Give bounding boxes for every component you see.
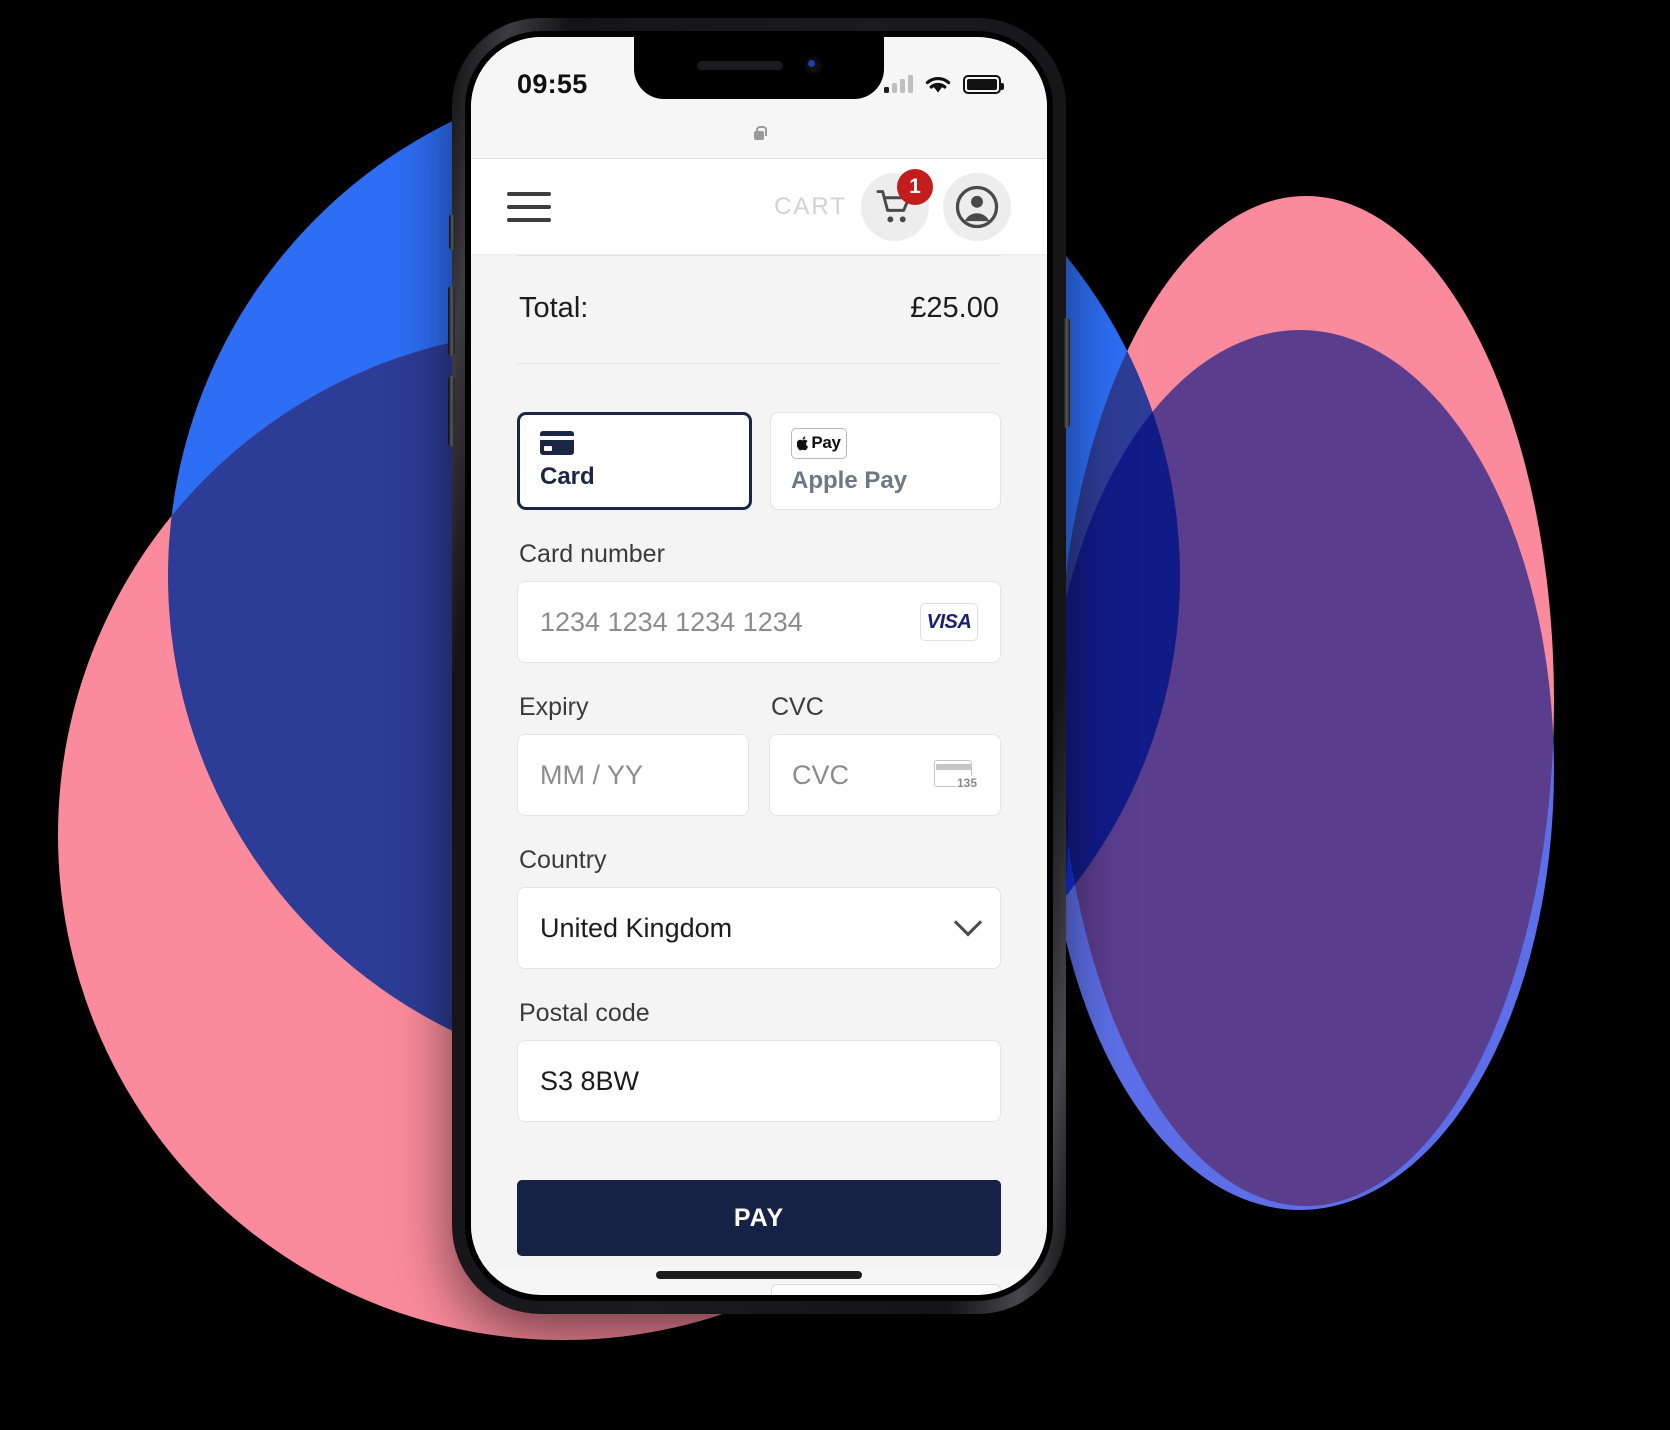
cart-badge: 1 [897, 168, 933, 205]
expiry-input[interactable]: MM / YY [517, 734, 749, 816]
apple-pay-icon: Pay [791, 427, 847, 459]
cart-button[interactable]: 1 [861, 168, 933, 241]
phone-power-button[interactable] [1063, 318, 1070, 428]
earpiece-speaker [696, 60, 783, 70]
payment-method-card[interactable]: Card [517, 412, 752, 510]
cart-label: CART [774, 192, 847, 220]
payment-method-card-label: Card [540, 463, 595, 490]
postal-code-label: Postal code [519, 999, 650, 1027]
lock-icon [752, 125, 767, 142]
phone-mute-switch[interactable] [449, 214, 455, 250]
cvc-label: CVC [771, 693, 824, 721]
cvc-card-icon: 135 [934, 760, 978, 790]
payment-method-apple-pay-label: Apple Pay [791, 466, 908, 494]
postal-code-value: S3 8BW [540, 1065, 640, 1096]
cvc-group: CVC CVC 135 [759, 663, 1011, 816]
cellular-bars-icon [884, 75, 913, 93]
phone-notch [634, 37, 884, 99]
site-navigation-bar: CART 1 [471, 159, 1047, 255]
card-number-value: 1234 1234 1234 1234 [540, 606, 803, 637]
phone-mockup: 09:55 CART 1 Total: £25.00 Card Pay Appl… [448, 18, 1070, 1314]
card-number-input[interactable]: 1234 1234 1234 1234 VISA [517, 581, 1001, 663]
apple-logo-icon [797, 435, 809, 450]
expiry-value: MM / YY [540, 759, 644, 790]
powered-by-stripe-badge: Powered by stripe [771, 1284, 1001, 1295]
hamburger-menu-icon[interactable] [507, 191, 551, 222]
country-label: Country [519, 846, 607, 874]
page-root: 09:55 CART 1 Total: £25.00 Card Pay Appl… [0, 0, 1670, 1430]
credit-card-icon [540, 431, 574, 455]
cvc-input[interactable]: CVC 135 [769, 734, 1001, 816]
front-camera-icon [804, 56, 822, 74]
phone-volume-up-button[interactable] [448, 286, 455, 356]
phone-screen: 09:55 CART 1 Total: £25.00 Card Pay Appl… [471, 37, 1047, 1295]
cvc-value: CVC [792, 759, 850, 790]
pay-button[interactable]: PAY [517, 1180, 1001, 1256]
apple-pay-badge-text: Pay [811, 433, 841, 452]
wifi-icon [925, 77, 951, 93]
account-button[interactable] [943, 172, 1011, 241]
expiry-cvc-row: Expiry MM / YY CVC CVC 135 [507, 663, 1011, 816]
background-blob-violet-right [1046, 330, 1554, 1210]
visa-icon: VISA [920, 603, 978, 641]
total-amount: £25.00 [910, 292, 999, 324]
total-label: Total: [519, 292, 589, 324]
status-bar-indicators [884, 74, 1004, 94]
postal-code-input[interactable]: S3 8BW [517, 1040, 1001, 1122]
card-number-label: Card number [519, 540, 665, 568]
chevron-down-icon [953, 908, 983, 937]
phone-volume-down-button[interactable] [448, 376, 455, 446]
home-indicator[interactable] [656, 1271, 862, 1279]
phone-bezel: 09:55 CART 1 Total: £25.00 Card Pay Appl… [465, 31, 1053, 1301]
cvc-hint-digits: 135 [955, 776, 978, 790]
user-account-icon [955, 185, 999, 228]
status-bar-time: 09:55 [517, 68, 588, 99]
country-value: United Kingdom [540, 912, 733, 943]
expiry-group: Expiry MM / YY [507, 663, 759, 816]
browser-url-bar[interactable] [471, 109, 1047, 159]
battery-full-icon [963, 74, 1004, 94]
checkout-panel: Total: £25.00 Card Pay Apple Pay Card nu… [471, 255, 1047, 1295]
payment-method-apple-pay[interactable]: Pay Apple Pay [770, 412, 1001, 510]
order-total-row: Total: £25.00 [507, 256, 1011, 363]
expiry-label: Expiry [519, 693, 589, 721]
payment-method-tabs: Card Pay Apple Pay [507, 364, 1011, 510]
country-select[interactable]: United Kingdom [517, 887, 1001, 969]
